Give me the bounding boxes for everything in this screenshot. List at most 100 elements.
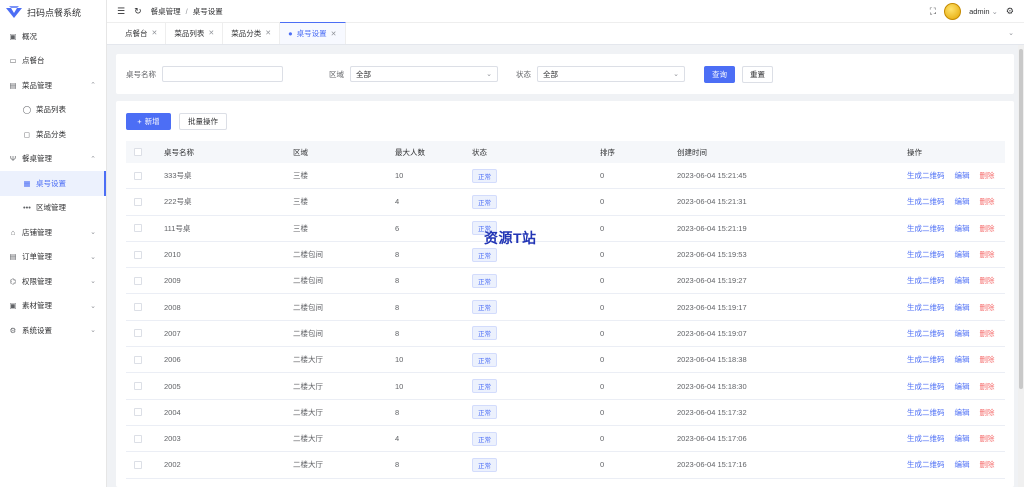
generate-qrcode-link[interactable]: 生成二维码 (907, 302, 945, 313)
sidebar-item-7[interactable]: ••• 区域管理 (0, 196, 106, 221)
delete-link[interactable]: 删除 (980, 354, 995, 365)
sidebar-item-2[interactable]: ▤ 菜品管理 ⌃ (0, 73, 106, 98)
sidebar-menu: ▣ 概况 ▭ 点餐台 ▤ 菜品管理 ⌃ ◯ 菜品列表 ◻ 菜品分类 Ψ 餐桌管理 ⌃ ▦ 桌号设置 ••• 区域管… (0, 24, 106, 343)
close-icon[interactable]: ✕ (208, 29, 214, 37)
tab-1[interactable]: 菜品列表 ✕ (166, 22, 224, 44)
generate-qrcode-link[interactable]: 生成二维码 (907, 407, 945, 418)
edit-link[interactable]: 编辑 (955, 354, 970, 365)
row-checkbox[interactable] (134, 329, 142, 338)
edit-link[interactable]: 编辑 (955, 328, 970, 339)
edit-link[interactable]: 编辑 (955, 302, 970, 313)
user-name: admin (969, 7, 990, 16)
name-filter-input[interactable] (162, 66, 283, 82)
settings-icon[interactable]: ⚙ (1006, 6, 1014, 17)
row-checkbox[interactable] (134, 197, 142, 206)
sidebar-item-3[interactable]: ◯ 菜品列表 (0, 98, 106, 123)
user-menu[interactable]: admin ⌄ (969, 7, 998, 16)
generate-qrcode-link[interactable]: 生成二维码 (907, 354, 945, 365)
edit-link[interactable]: 编辑 (955, 433, 970, 444)
delete-link[interactable]: 删除 (980, 407, 995, 418)
batch-actions-button[interactable]: 批量操作 (179, 113, 227, 130)
table-name-cell: 2010 (164, 250, 181, 260)
sidebar-item-11[interactable]: ▣ 素材管理 ⌄ (0, 294, 106, 319)
sidebar-item-5[interactable]: Ψ 餐桌管理 ⌃ (0, 147, 106, 172)
row-checkbox[interactable] (134, 408, 142, 417)
fullscreen-icon[interactable]: ⛶ (930, 6, 936, 17)
generate-qrcode-link[interactable]: 生成二维码 (907, 275, 945, 286)
generate-qrcode-link[interactable]: 生成二维码 (907, 249, 945, 260)
breadcrumb: 餐桌管理 / 桌号设置 (151, 6, 223, 17)
tab-3[interactable]: ● 桌号设置 ✕ (280, 22, 346, 44)
sidebar-item-0[interactable]: ▣ 概况 (0, 24, 106, 49)
close-icon[interactable]: ✕ (152, 29, 158, 37)
area-cell: 二楼大厅 (293, 434, 323, 444)
row-checkbox[interactable] (134, 382, 142, 391)
area-filter-select[interactable]: 全部 ⌄ (350, 66, 498, 82)
row-checkbox[interactable] (134, 224, 142, 233)
close-icon[interactable]: ✕ (331, 30, 337, 38)
row-checkbox[interactable] (134, 171, 142, 180)
tab-2[interactable]: 菜品分类 ✕ (223, 22, 281, 44)
reset-button[interactable]: 重置 (742, 65, 773, 83)
sidebar-item-9[interactable]: ▤ 订单管理 ⌄ (0, 245, 106, 270)
edit-link[interactable]: 编辑 (955, 459, 970, 470)
edit-link[interactable]: 编辑 (955, 249, 970, 260)
avatar[interactable] (944, 3, 962, 20)
chevron-icon: ⌄ (90, 253, 96, 261)
edit-link[interactable]: 编辑 (955, 381, 970, 392)
sidebar-item-1[interactable]: ▭ 点餐台 (0, 49, 106, 74)
sidebar-item-10[interactable]: ⌬ 权限管理 ⌄ (0, 269, 106, 294)
tab-0[interactable]: 点餐台 ✕ (117, 22, 167, 44)
column-header: 最大人数 (395, 147, 425, 157)
collapse-menu-icon[interactable]: ☰ (117, 6, 125, 17)
generate-qrcode-link[interactable]: 生成二维码 (907, 381, 945, 392)
row-checkbox[interactable] (134, 355, 142, 364)
chevron-down-icon[interactable]: ⌄ (1008, 29, 1014, 37)
generate-qrcode-link[interactable]: 生成二维码 (907, 170, 945, 181)
delete-link[interactable]: 删除 (980, 433, 995, 444)
generate-qrcode-link[interactable]: 生成二维码 (907, 433, 945, 444)
row-checkbox-cell (126, 197, 164, 206)
delete-link[interactable]: 删除 (980, 328, 995, 339)
row-checkbox[interactable] (134, 303, 142, 312)
app-logo[interactable]: 扫码点餐系统 (0, 0, 106, 24)
delete-link[interactable]: 删除 (980, 381, 995, 392)
row-checkbox[interactable] (134, 434, 142, 443)
delete-link[interactable]: 删除 (980, 275, 995, 286)
edit-link[interactable]: 编辑 (955, 407, 970, 418)
close-icon[interactable]: ✕ (265, 29, 271, 37)
sidebar-item-4[interactable]: ◻ 菜品分类 (0, 122, 106, 147)
refresh-icon[interactable]: ↻ (134, 6, 142, 17)
edit-link[interactable]: 编辑 (955, 223, 970, 234)
delete-link[interactable]: 删除 (980, 223, 995, 234)
sidebar-item-label: 菜品列表 (36, 105, 66, 115)
delete-link[interactable]: 删除 (980, 196, 995, 207)
page-scrollbar[interactable] (1018, 45, 1024, 487)
edit-link[interactable]: 编辑 (955, 170, 970, 181)
select-all-checkbox[interactable] (134, 148, 142, 156)
add-button[interactable]: + 新增 (126, 113, 171, 130)
edit-link[interactable]: 编辑 (955, 275, 970, 286)
row-checkbox[interactable] (134, 250, 142, 259)
max-people-cell: 6 (395, 223, 400, 233)
delete-link[interactable]: 删除 (980, 459, 995, 470)
row-checkbox-cell (126, 171, 164, 180)
delete-link[interactable]: 删除 (980, 302, 995, 313)
generate-qrcode-link[interactable]: 生成二维码 (907, 196, 945, 207)
generate-qrcode-link[interactable]: 生成二维码 (907, 223, 945, 234)
sidebar-item-12[interactable]: ⚙ 系统设置 ⌄ (0, 318, 106, 343)
delete-link[interactable]: 删除 (980, 170, 995, 181)
generate-qrcode-link[interactable]: 生成二维码 (907, 459, 945, 470)
sidebar-item-6[interactable]: ▦ 桌号设置 (0, 171, 106, 196)
sidebar-item-8[interactable]: ⌂ 店铺管理 ⌄ (0, 220, 106, 245)
status-filter-select[interactable]: 全部 ⌄ (537, 66, 685, 82)
row-checkbox[interactable] (134, 276, 142, 285)
row-checkbox[interactable] (134, 460, 142, 469)
scrollbar-thumb[interactable] (1019, 49, 1023, 389)
query-button[interactable]: 查询 (704, 65, 735, 83)
breadcrumb-item[interactable]: 餐桌管理 (151, 7, 181, 16)
ops-cell: 生成二维码 编辑 删除 (907, 328, 1005, 339)
edit-link[interactable]: 编辑 (955, 196, 970, 207)
generate-qrcode-link[interactable]: 生成二维码 (907, 328, 945, 339)
delete-link[interactable]: 删除 (980, 249, 995, 260)
